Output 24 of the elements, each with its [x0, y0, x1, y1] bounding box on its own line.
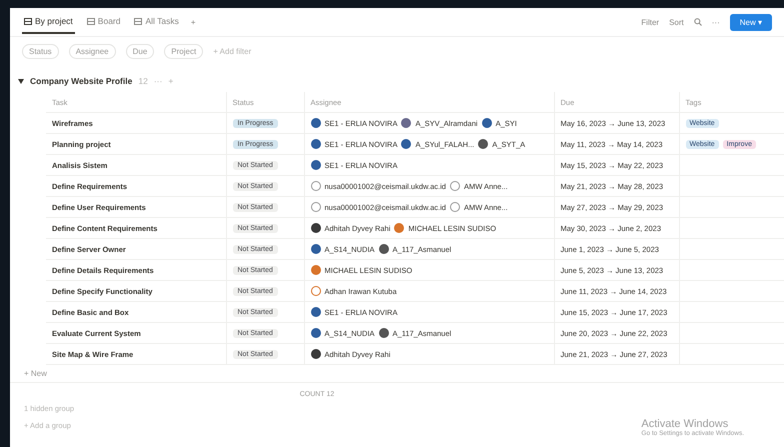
table-icon	[24, 18, 32, 24]
view-tab[interactable]: All Tasks	[132, 10, 181, 34]
search-icon[interactable]	[694, 18, 702, 26]
filter-chip[interactable]: Status	[22, 44, 59, 59]
new-row-button[interactable]: + New	[24, 369, 47, 378]
view-tab[interactable]: Board	[84, 10, 122, 34]
filter-chip[interactable]: Assignee	[68, 44, 116, 59]
filter-button[interactable]: Filter	[641, 18, 660, 26]
group-title: Company Website Profile	[30, 76, 132, 86]
view-tab[interactable]: By project	[22, 10, 75, 34]
new-button[interactable]: New ▾	[730, 14, 772, 30]
filter-chip[interactable]: Due	[126, 44, 154, 59]
filter-chip[interactable]: Project	[164, 44, 204, 59]
group-count: 12	[138, 76, 148, 86]
more-button[interactable]: ···	[712, 18, 720, 26]
add-view-button[interactable]: +	[190, 18, 196, 26]
table-icon	[86, 18, 95, 24]
sort-button[interactable]: Sort	[669, 18, 684, 26]
group-add-button[interactable]: +	[168, 76, 174, 86]
activation-title: Activate Windows	[641, 418, 730, 430]
add-filter-button[interactable]: + Add filter	[213, 47, 252, 56]
toggle-icon[interactable]	[18, 78, 24, 84]
table-icon	[134, 18, 142, 24]
group-more-button[interactable]: ···	[154, 76, 162, 86]
